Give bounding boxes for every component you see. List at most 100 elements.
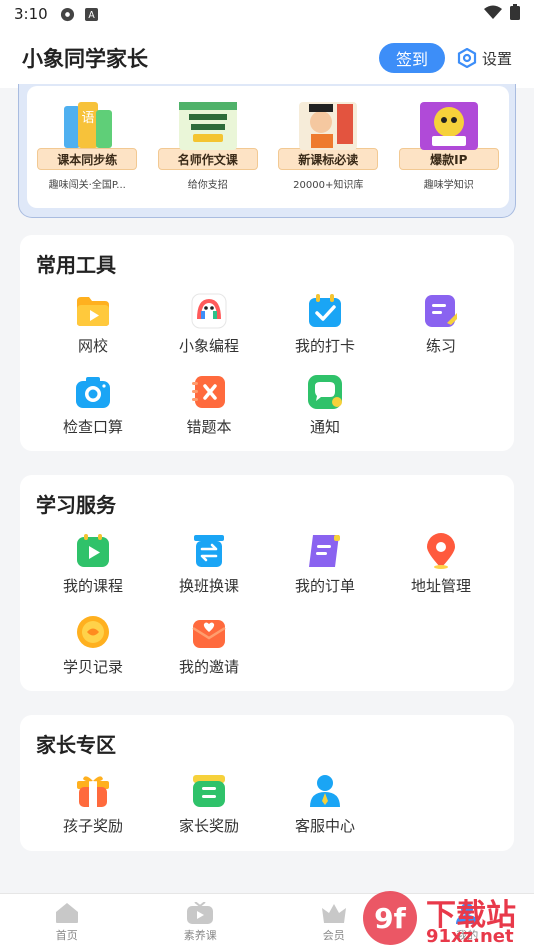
tool-label: 小象编程: [178, 337, 239, 355]
tab-label: 首页: [55, 929, 78, 942]
tool-label: 学贝记录: [62, 658, 123, 676]
svg-text:9f: 9f: [374, 902, 406, 935]
gift-icon: [75, 773, 111, 809]
parents-grid: 孩子奖励 家长奖励 客服中心: [20, 773, 514, 836]
parent-customer-service[interactable]: 客服中心: [267, 773, 383, 836]
tool-label: 我的课程: [62, 577, 123, 595]
tool-checkin[interactable]: 我的打卡: [267, 293, 383, 356]
settings-gear-icon: [60, 7, 75, 22]
tool-mistake-book[interactable]: 错题本: [151, 374, 267, 437]
section-tools: 常用工具 网校 小象编程 我的打卡 练习 检查口算 错题本 通知: [20, 235, 514, 451]
tool-label: 我的订单: [294, 577, 355, 595]
tool-online-school[interactable]: 网校: [35, 293, 151, 356]
watermark-text-bottom: 91xz.net: [426, 926, 514, 947]
tool-label: 孩子奖励: [62, 817, 123, 835]
crown-icon: [321, 904, 346, 923]
parent-reward[interactable]: 家长奖励: [151, 773, 267, 836]
section-parents: 家长专区 孩子奖励 家长奖励 客服中心: [20, 715, 514, 851]
tv-icon: [187, 902, 214, 924]
service-my-order[interactable]: 我的订单: [267, 533, 383, 596]
customer-service-icon: [307, 773, 343, 809]
status-bar: 3:10 A: [0, 0, 534, 28]
parent-child-reward[interactable]: 孩子奖励: [35, 773, 151, 836]
camera-icon: [75, 374, 111, 410]
promo-item-textbook[interactable]: 语 课本同步练 趣味闯关·全国P...: [35, 100, 139, 208]
battery-icon: [510, 4, 520, 24]
essay-book-image: [178, 100, 237, 150]
promo-label: 新课标必读: [278, 148, 379, 170]
promo-label: 爆款IP: [398, 148, 499, 170]
service-address[interactable]: 地址管理: [383, 533, 499, 596]
swap-box-icon: [191, 533, 227, 569]
service-change-class[interactable]: 换班换课: [151, 533, 267, 596]
tab-label: 会员: [322, 929, 345, 942]
section-title: 学习服务: [36, 493, 116, 517]
elephant-icon: [191, 293, 227, 329]
a-letter-icon: A: [84, 7, 100, 22]
folder-play-icon: [75, 293, 111, 329]
tool-label: 错题本: [186, 418, 232, 436]
tab-quality-course[interactable]: 素养课: [134, 894, 268, 950]
status-time: 3:10: [14, 5, 48, 23]
invite-envelope-icon: [191, 614, 227, 650]
tools-grid: 网校 小象编程 我的打卡 练习 检查口算 错题本 通知: [20, 293, 514, 437]
course-play-icon: [75, 533, 111, 569]
promo-sub: 20000+知识库: [293, 180, 364, 191]
settings-label: 设置: [481, 49, 512, 68]
page-title: 小象同学家长: [22, 47, 148, 71]
tool-label: 我的打卡: [294, 337, 355, 355]
notebook-x-icon: [191, 374, 227, 410]
tool-oral-check[interactable]: 检查口算: [35, 374, 151, 437]
tool-label: 地址管理: [410, 577, 471, 595]
watermark-logo: 9f 下载站 91xz.net: [360, 888, 534, 950]
service-coin-record[interactable]: 学贝记录: [35, 614, 151, 677]
wifi-icon: [484, 5, 502, 23]
tab-home[interactable]: 首页: [0, 894, 134, 950]
promo-sub: 给你支招: [187, 180, 228, 191]
services-grid: 我的课程 换班换课 我的订单 地址管理 学贝记录 我的邀请: [20, 533, 514, 677]
promo-banner: 语 课本同步练 趣味闯关·全国P... 名师作文课 给你支招 新课标必读 200…: [18, 84, 516, 218]
coin-icon: [75, 614, 111, 650]
tool-practice[interactable]: 练习: [383, 293, 499, 356]
tab-label: 素养课: [183, 929, 217, 942]
tool-label: 网校: [77, 337, 108, 355]
home-icon: [55, 903, 78, 923]
reward-box-icon: [191, 773, 227, 809]
svg-text:语: 语: [82, 111, 95, 126]
notes-pencil-icon: [423, 293, 459, 329]
location-pin-icon: [423, 533, 459, 569]
promo-item-reading[interactable]: 新课标必读 20000+知识库: [276, 100, 380, 208]
section-title: 家长专区: [36, 733, 116, 757]
promo-sub: 趣味闯关·全国P...: [48, 180, 126, 191]
section-title: 常用工具: [36, 253, 116, 277]
textbook-image: 语: [58, 100, 116, 150]
app-header: 小象同学家长 签到 设置: [0, 28, 534, 88]
tool-programming[interactable]: 小象编程: [151, 293, 267, 356]
order-scroll-icon: [307, 533, 343, 569]
cartoon-ip-image: [419, 100, 478, 150]
tool-label: 我的邀请: [178, 658, 239, 676]
chat-bubble-icon: [307, 374, 343, 410]
section-services: 学习服务 我的课程 换班换课 我的订单 地址管理 学贝记录 我的邀请: [20, 475, 514, 691]
tool-label: 客服中心: [294, 817, 355, 835]
settings-icon: [457, 48, 477, 68]
promo-label: 名师作文课: [157, 148, 258, 170]
settings-button[interactable]: 设置: [457, 48, 512, 69]
tool-label: 换班换课: [178, 577, 239, 595]
promo-card: 语 课本同步练 趣味闯关·全国P... 名师作文课 给你支招 新课标必读 200…: [27, 86, 509, 208]
service-my-course[interactable]: 我的课程: [35, 533, 151, 596]
tool-label: 通知: [309, 418, 340, 436]
checkin-button[interactable]: 签到: [378, 43, 445, 73]
tool-label: 检查口算: [62, 418, 123, 436]
service-invite[interactable]: 我的邀请: [151, 614, 267, 677]
promo-item-ip[interactable]: 爆款IP 趣味学知识: [397, 100, 501, 208]
calendar-check-icon: [307, 293, 343, 329]
tool-label: 练习: [425, 337, 456, 355]
promo-sub: 趣味学知识: [423, 180, 474, 191]
tool-notice[interactable]: 通知: [267, 374, 383, 437]
promo-label: 课本同步练: [37, 148, 138, 170]
reading-image: [299, 100, 358, 150]
svg-text:A: A: [88, 10, 95, 21]
promo-item-essay[interactable]: 名师作文课 给你支招: [156, 100, 260, 208]
tool-label: 家长奖励: [178, 817, 239, 835]
